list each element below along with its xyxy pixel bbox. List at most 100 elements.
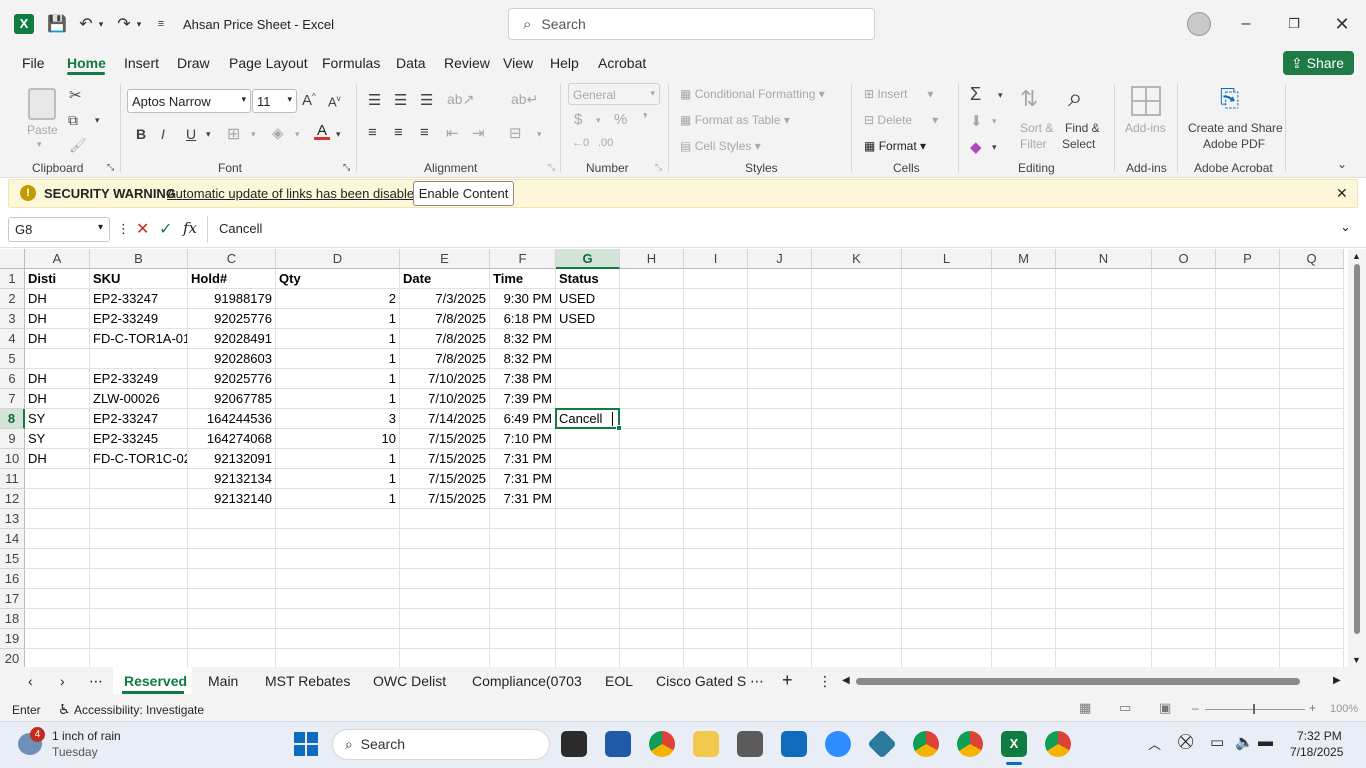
cell-h5[interactable] xyxy=(620,349,684,369)
find-select-label-2[interactable]: Select xyxy=(1062,137,1095,151)
align-left-icon[interactable]: ≡ xyxy=(368,124,377,141)
cell-d7[interactable]: 1 xyxy=(276,389,400,409)
number-launcher-icon[interactable]: ⤡ xyxy=(655,162,662,173)
cell-m17[interactable] xyxy=(992,589,1056,609)
cell-c15[interactable] xyxy=(188,549,276,569)
vertical-scrollbar[interactable]: ▲ ▼ xyxy=(1348,249,1366,667)
cell-p6[interactable] xyxy=(1216,369,1280,389)
cell-n6[interactable] xyxy=(1056,369,1152,389)
column-header-b[interactable]: B xyxy=(90,249,188,269)
cell-q9[interactable] xyxy=(1280,429,1344,449)
column-header-i[interactable]: I xyxy=(684,249,748,269)
cell-k8[interactable] xyxy=(812,409,902,429)
cell-h3[interactable] xyxy=(620,309,684,329)
cell-d4[interactable]: 1 xyxy=(276,329,400,349)
cell-n5[interactable] xyxy=(1056,349,1152,369)
cell-p4[interactable] xyxy=(1216,329,1280,349)
cell-c1[interactable]: Hold# xyxy=(188,269,276,289)
cell-n7[interactable] xyxy=(1056,389,1152,409)
network-icon[interactable]: ⛒ xyxy=(1178,733,1193,750)
cell-o9[interactable] xyxy=(1152,429,1216,449)
cell-e15[interactable] xyxy=(400,549,490,569)
column-header-q[interactable]: Q xyxy=(1280,249,1344,269)
cell-j4[interactable] xyxy=(748,329,812,349)
cell-p1[interactable] xyxy=(1216,269,1280,289)
cell-n1[interactable] xyxy=(1056,269,1152,289)
menu-file[interactable]: File xyxy=(22,55,45,71)
cell-a1[interactable]: Disti xyxy=(25,269,90,289)
cell-e20[interactable] xyxy=(400,649,490,667)
find-select-icon[interactable]: ⌕ xyxy=(1068,82,1083,114)
cell-f16[interactable] xyxy=(490,569,556,589)
paste-label[interactable]: Paste xyxy=(27,123,58,137)
cell-k13[interactable] xyxy=(812,509,902,529)
cell-o2[interactable] xyxy=(1152,289,1216,309)
cell-q19[interactable] xyxy=(1280,629,1344,649)
merge-center-icon[interactable]: ⊟ xyxy=(509,124,522,142)
cell-o18[interactable] xyxy=(1152,609,1216,629)
cell-f4[interactable]: 8:32 PM xyxy=(490,329,556,349)
cell-f11[interactable]: 7:31 PM xyxy=(490,469,556,489)
cell-n18[interactable] xyxy=(1056,609,1152,629)
number-format-select[interactable]: General ▾ xyxy=(568,83,660,105)
cell-a10[interactable]: DH xyxy=(25,449,90,469)
create-pdf-icon[interactable]: ⎘ xyxy=(1220,85,1239,113)
confirm-entry-icon[interactable]: ✓ xyxy=(159,219,172,239)
cell-q15[interactable] xyxy=(1280,549,1344,569)
cell-n9[interactable] xyxy=(1056,429,1152,449)
menu-insert[interactable]: Insert xyxy=(124,55,159,71)
cell-m4[interactable] xyxy=(992,329,1056,349)
cell-q12[interactable] xyxy=(1280,489,1344,509)
column-header-o[interactable]: O xyxy=(1152,249,1216,269)
cell-h6[interactable] xyxy=(620,369,684,389)
cell-p20[interactable] xyxy=(1216,649,1280,667)
cell-c6[interactable]: 92025776 xyxy=(188,369,276,389)
file-explorer-icon[interactable] xyxy=(693,731,719,757)
cell-h15[interactable] xyxy=(620,549,684,569)
cell-k11[interactable] xyxy=(812,469,902,489)
cell-i2[interactable] xyxy=(684,289,748,309)
cell-l6[interactable] xyxy=(902,369,992,389)
cell-m18[interactable] xyxy=(992,609,1056,629)
cell-p12[interactable] xyxy=(1216,489,1280,509)
cell-a14[interactable] xyxy=(25,529,90,549)
cell-h17[interactable] xyxy=(620,589,684,609)
column-header-h[interactable]: H xyxy=(620,249,684,269)
cell-i4[interactable] xyxy=(684,329,748,349)
cell-f3[interactable]: 6:18 PM xyxy=(490,309,556,329)
cell-k10[interactable] xyxy=(812,449,902,469)
cell-j17[interactable] xyxy=(748,589,812,609)
scroll-right-icon[interactable]: ▶ xyxy=(1333,675,1341,686)
cell-c12[interactable]: 92132140 xyxy=(188,489,276,509)
cell-m7[interactable] xyxy=(992,389,1056,409)
cell-c7[interactable]: 92067785 xyxy=(188,389,276,409)
format-painter-icon[interactable]: 🖌 xyxy=(69,137,87,154)
cell-i3[interactable] xyxy=(684,309,748,329)
cell-j2[interactable] xyxy=(748,289,812,309)
cell-k15[interactable] xyxy=(812,549,902,569)
cell-e1[interactable]: Date xyxy=(400,269,490,289)
cell-e18[interactable] xyxy=(400,609,490,629)
cell-l5[interactable] xyxy=(902,349,992,369)
cell-l13[interactable] xyxy=(902,509,992,529)
scroll-up-icon[interactable]: ▲ xyxy=(1352,251,1361,261)
scroll-down-icon[interactable]: ▼ xyxy=(1352,655,1361,665)
cell-b20[interactable] xyxy=(90,649,188,667)
cell-q3[interactable] xyxy=(1280,309,1344,329)
cell-l19[interactable] xyxy=(902,629,992,649)
cell-h7[interactable] xyxy=(620,389,684,409)
decrease-indent-icon[interactable]: ⇤ xyxy=(446,124,459,142)
menu-acrobat[interactable]: Acrobat xyxy=(598,55,646,71)
expand-formula-icon[interactable]: ⌄ xyxy=(1340,219,1351,235)
cell-d18[interactable] xyxy=(276,609,400,629)
cell-i18[interactable] xyxy=(684,609,748,629)
row-header-11[interactable]: 11 xyxy=(0,469,25,489)
cell-i13[interactable] xyxy=(684,509,748,529)
cell-j14[interactable] xyxy=(748,529,812,549)
cell-e10[interactable]: 7/15/2025 xyxy=(400,449,490,469)
row-header-17[interactable]: 17 xyxy=(0,589,25,609)
battery-icon[interactable]: ▬ xyxy=(1258,733,1273,750)
cell-f19[interactable] xyxy=(490,629,556,649)
vertical-scroll-thumb[interactable] xyxy=(1354,264,1360,634)
create-pdf-label-2[interactable]: Adobe PDF xyxy=(1203,137,1265,151)
